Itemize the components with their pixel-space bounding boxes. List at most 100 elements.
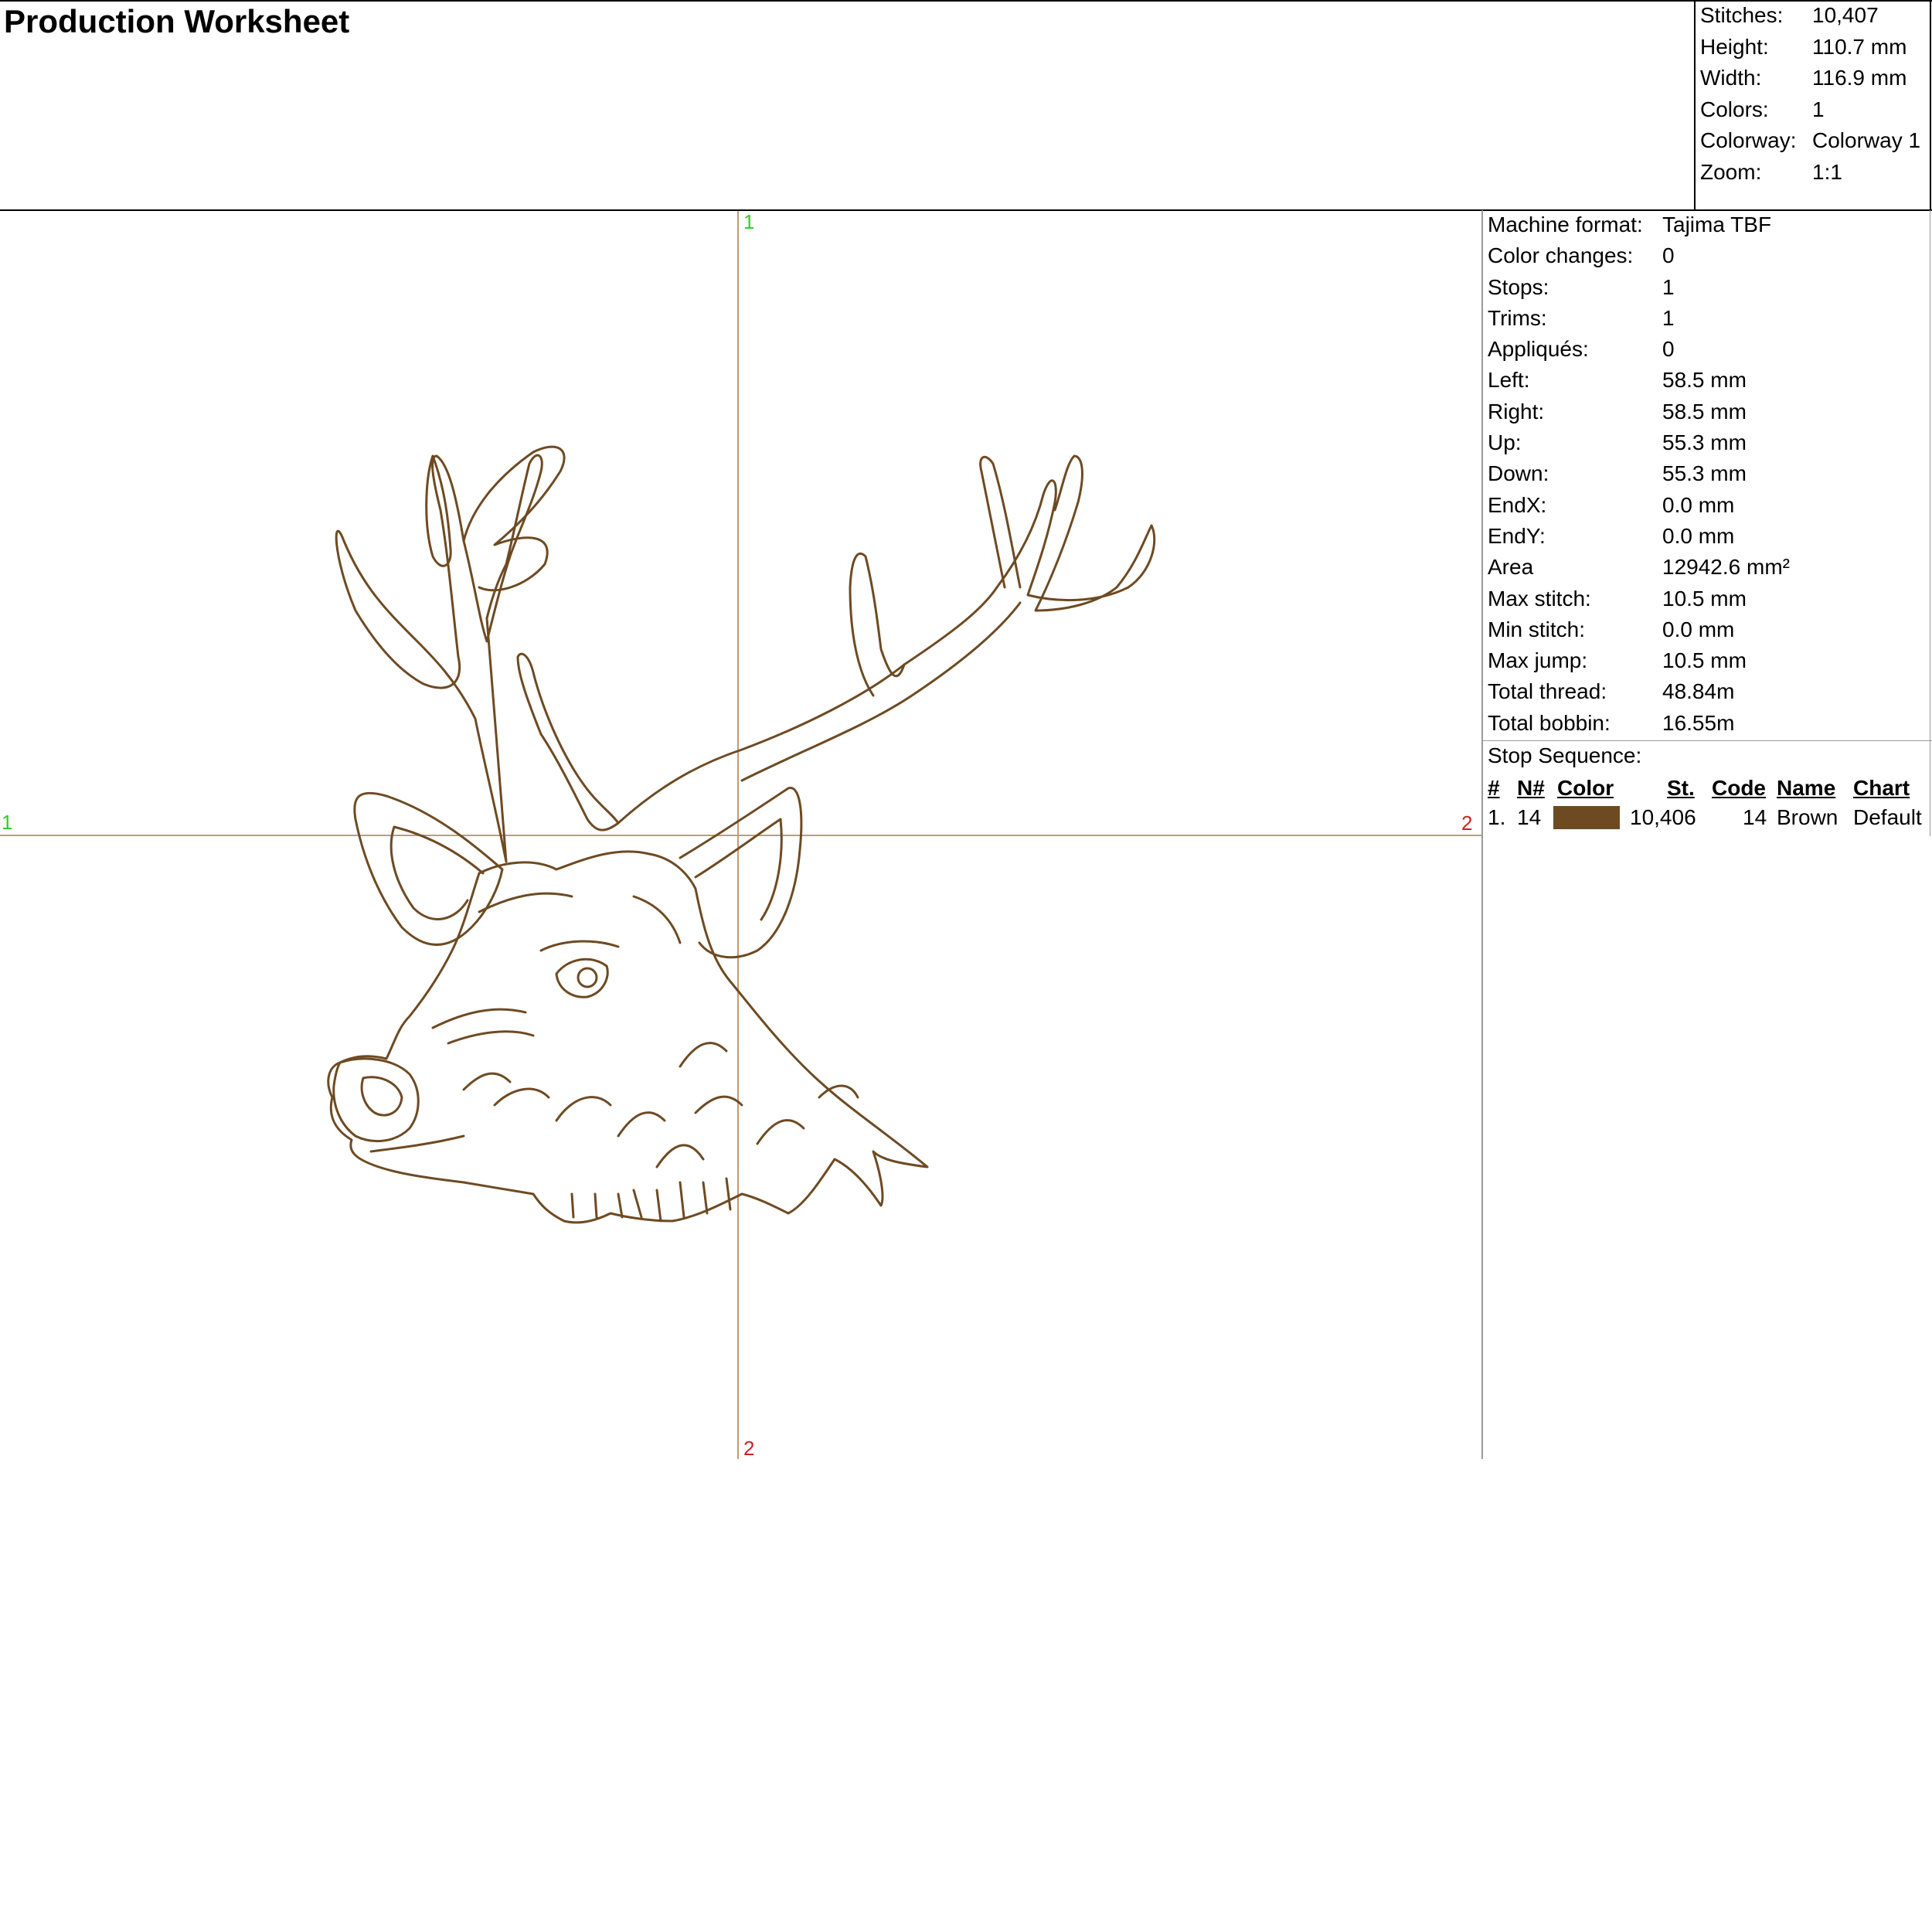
summary-row: Stitches: 10,407: [1700, 0, 1932, 32]
stats-label: Left:: [1488, 368, 1530, 393]
stats-value: 58.5 mm: [1662, 368, 1747, 393]
col-number-header: #: [1488, 776, 1500, 800]
summary-row: Width: 116.9 mm: [1700, 63, 1932, 94]
eye: [555, 957, 609, 998]
color-swatch: [1553, 806, 1620, 829]
summary-label: Zoom:: [1700, 159, 1762, 184]
stats-value: 58.5 mm: [1662, 399, 1747, 423]
col-color-header: Color: [1557, 776, 1614, 800]
right-antler-outline: [617, 454, 1156, 825]
stats-row: Appliqués: 0: [1488, 334, 1932, 365]
right-ear-inner: [694, 818, 783, 921]
stats-row: Area 12942.6 mm²: [1488, 552, 1932, 583]
stats-label: Up:: [1488, 430, 1522, 455]
stats-value: 55.3 mm: [1662, 430, 1747, 455]
left-antler-tine-upper: [462, 445, 566, 592]
row-code: 14: [1743, 805, 1767, 829]
summary-value: 1: [1812, 97, 1825, 121]
stats-row: Right: 58.5 mm: [1488, 396, 1932, 427]
stats-label: Right:: [1488, 399, 1545, 423]
summary-row: Height: 110.7 mm: [1700, 32, 1932, 63]
summary-value: Colorway 1: [1812, 128, 1921, 152]
col-stitches-header: St.: [1667, 776, 1695, 800]
cheek-shading: [431, 892, 682, 1045]
row-name: Brown: [1777, 805, 1838, 829]
stats-label: Stops:: [1488, 274, 1549, 299]
row-number: 1.: [1488, 805, 1506, 829]
col-chart-header: Chart: [1853, 776, 1910, 800]
stats-row: Total thread: 48.84m: [1488, 676, 1932, 707]
stats-label: Area: [1488, 555, 1534, 580]
summary-row: Zoom: 1:1: [1700, 157, 1932, 189]
stats-row: Max stitch: 10.5 mm: [1488, 583, 1932, 614]
summary-value: 110.7 mm: [1812, 34, 1907, 59]
fur-strokes: [462, 1042, 859, 1223]
stats-value: 0.0 mm: [1662, 617, 1735, 641]
col-needle-header: N#: [1517, 776, 1545, 800]
stats-label: Min stitch:: [1488, 617, 1586, 641]
stats-value: 1: [1662, 305, 1675, 330]
stats-label: Color changes:: [1488, 243, 1634, 268]
stats-row: Up: 55.3 mm: [1488, 427, 1932, 458]
stats-row: Total bobbin: 16.55m: [1488, 708, 1932, 739]
stats-label: Trims:: [1488, 305, 1547, 330]
head-outline: [327, 850, 929, 1224]
right-ear: [679, 787, 803, 959]
stats-row: Min stitch: 0.0 mm: [1488, 614, 1932, 645]
row-chart: Default: [1853, 805, 1922, 829]
row-needle: 14: [1517, 805, 1542, 829]
stats-row: Max jump: 10.5 mm: [1488, 645, 1932, 676]
stats-label: Total bobbin:: [1488, 710, 1611, 735]
stats-row: Stops: 1: [1488, 272, 1932, 303]
summary-label: Colorway:: [1700, 128, 1797, 152]
left-ear: [353, 791, 504, 946]
stats-row: Trims: 1: [1488, 303, 1932, 334]
stop-sequence-title: Stop Sequence:: [1488, 743, 1642, 767]
eye-pupil: [577, 967, 598, 988]
row-stitches: 10,406: [1630, 805, 1696, 829]
panel-divider: [1481, 210, 1483, 1459]
stats-value: 0: [1662, 243, 1675, 268]
stats-label: EndX:: [1488, 492, 1547, 517]
stats-value: Tajima TBF: [1662, 213, 1772, 236]
stats-value: 10.5 mm: [1662, 648, 1747, 673]
stats-value: 12942.6 mm²: [1662, 555, 1790, 580]
summary-value: 10,407: [1812, 3, 1879, 27]
stats-value: 10.5 mm: [1662, 586, 1747, 611]
col-code-header: Code: [1712, 776, 1766, 800]
stats-value: 48.84m: [1662, 679, 1735, 704]
stats-row: Left: 58.5 mm: [1488, 365, 1932, 396]
summary-panel: Stitches: 10,407 Height: 110.7 mm Width: 11…: [1700, 0, 1932, 188]
right-antler-main-beam: [516, 652, 620, 832]
stats-label: Down:: [1488, 461, 1549, 486]
summary-label: Colors:: [1700, 97, 1769, 121]
stats-label: Total thread:: [1488, 679, 1607, 704]
mouth-line: [369, 1134, 465, 1153]
left-antler-outline: [335, 454, 543, 863]
stats-row: EndX: 0.0 mm: [1488, 490, 1932, 521]
nose: [332, 1057, 420, 1143]
summary-value: 1:1: [1812, 159, 1842, 184]
stop-sequence-row: 1. 14 10,406 14 Brown Default: [1488, 802, 1927, 833]
stats-row: Down: 55.3 mm: [1488, 458, 1932, 489]
brow: [539, 940, 620, 952]
summary-row: Colors: 1: [1700, 94, 1932, 126]
stats-panel: Machine format: Tajima TBF Color changes:…: [1488, 209, 1932, 739]
stop-sequence-header: # N# Color St. Code Name Chart: [1488, 773, 1927, 804]
right-antler-mid-tine: [849, 552, 906, 697]
right-antler-tall-tine: [979, 455, 1022, 589]
stats-value: 1: [1662, 274, 1675, 299]
right-antler-beam-inner: [740, 601, 1022, 782]
stats-value: 16.55m: [1662, 710, 1735, 735]
stats-row: EndY: 0.0 mm: [1488, 521, 1932, 552]
col-name-header: Name: [1777, 776, 1836, 800]
stats-row: Color changes: 0: [1488, 240, 1932, 271]
stats-label: Appliqués:: [1488, 337, 1589, 362]
stats-label: EndY:: [1488, 523, 1546, 548]
stag-head-design: [327, 445, 1156, 1224]
summary-row: Colorway: Colorway 1: [1700, 125, 1932, 157]
stats-value: 55.3 mm: [1662, 461, 1747, 486]
stats-label: Max jump:: [1488, 648, 1588, 673]
stats-label: Machine format:: [1488, 213, 1643, 236]
summary-label: Width:: [1700, 66, 1762, 90]
